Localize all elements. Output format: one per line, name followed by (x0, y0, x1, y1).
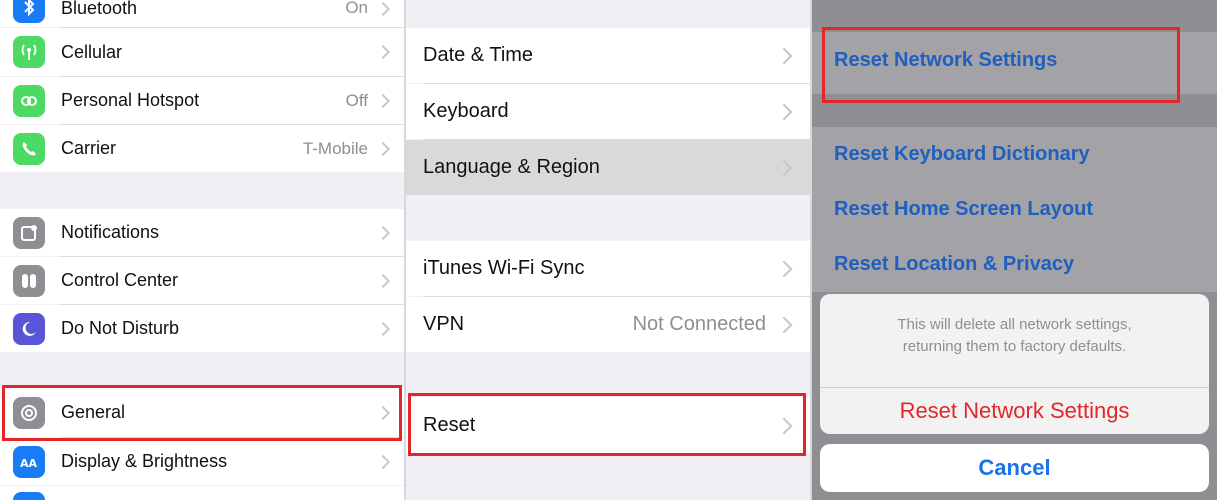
settings-row-label: Display & Brightness (61, 451, 228, 471)
svg-text:AA: AA (20, 457, 38, 470)
settings-row-personal-hotspot[interactable]: Personal Hotspot Off (0, 77, 404, 124)
general-row-date-time[interactable]: Date & Time (406, 28, 810, 83)
sheet-message-line2: returning them to factory defaults. (902, 338, 1127, 355)
chevron-right-icon (775, 260, 793, 277)
settings-row-label: Notifications (61, 222, 160, 242)
settings-row-label: Control Center (61, 270, 179, 290)
settings-row-carrier[interactable]: Carrier T-Mobile (0, 125, 404, 172)
highlight-reset (408, 393, 806, 456)
chevron-right-icon (375, 273, 391, 288)
top-spacer (812, 0, 1217, 28)
settings-row-control-center[interactable]: Control Center (0, 257, 404, 304)
chevron-right-icon (375, 321, 391, 336)
settings-row-label: Carrier (61, 138, 117, 158)
reset-panel: Reset Network Settings Reset Keyboard Di… (812, 0, 1217, 500)
reset-keyboard-dictionary-link[interactable]: Reset Keyboard Dictionary (834, 143, 1090, 166)
general-row-label: Keyboard (423, 100, 509, 122)
chevron-right-icon (375, 225, 391, 240)
highlight-general (2, 385, 402, 441)
display-icon: AA (13, 445, 45, 478)
settings-row-notifications[interactable]: Notifications (0, 209, 404, 256)
sheet-message-line1: This will delete all network settings, (897, 316, 1132, 333)
general-row-language-region[interactable]: Language & Region (406, 140, 810, 195)
general-row-vpn[interactable]: VPN Not Connected (406, 297, 810, 352)
notifications-icon (13, 216, 45, 249)
settings-row-bluetooth[interactable]: Bluetooth On (0, 0, 404, 27)
highlight-reset-network (822, 27, 1180, 103)
settings-row-value: Off (345, 90, 368, 110)
chevron-right-icon (775, 103, 793, 120)
settings-row-label: Do Not Disturb (61, 318, 180, 338)
hotspot-icon (13, 84, 45, 117)
control-center-icon (13, 264, 45, 297)
chevron-right-icon (375, 44, 391, 60)
settings-row-label: Cellular (61, 41, 123, 62)
moon-icon (13, 312, 45, 345)
settings-row-label: Bluetooth (61, 0, 138, 18)
general-row-keyboard[interactable]: Keyboard (406, 84, 810, 139)
cancel-sheet: Cancel (820, 444, 1209, 492)
general-row-label: Language & Region (423, 156, 600, 178)
chevron-right-icon (375, 454, 391, 469)
chevron-right-icon (375, 93, 391, 108)
general-row-label: Date & Time (423, 44, 534, 66)
bluetooth-icon (13, 0, 45, 23)
vpn-status: Not Connected (632, 313, 766, 335)
general-row-itunes-wifi-sync[interactable]: iTunes Wi-Fi Sync (406, 241, 810, 296)
settings-panel: Bluetooth On Cellular Personal Hotspot O… (0, 0, 404, 500)
divider (820, 387, 1209, 388)
top-spacer (406, 0, 810, 27)
cancel-button[interactable]: Cancel (820, 455, 1209, 481)
general-row-label: iTunes Wi-Fi Sync (423, 257, 585, 279)
cellular-icon (13, 36, 45, 68)
settings-row-value: On (345, 0, 368, 17)
settings-row-display-brightness[interactable]: AA Display & Brightness (0, 438, 404, 485)
settings-row-cellular[interactable]: Cellular (0, 28, 404, 76)
confirm-reset-network-button[interactable]: Reset Network Settings (820, 398, 1209, 424)
chevron-right-icon (775, 159, 793, 176)
app-icon (13, 492, 45, 500)
chevron-right-icon (775, 47, 793, 64)
settings-row-label: Personal Hotspot (61, 90, 200, 110)
general-panel: Date & Time Keyboard Language & Region i… (406, 0, 810, 500)
chevron-right-icon (375, 1, 391, 17)
action-sheet: This will delete all network settings, r… (820, 294, 1209, 434)
reset-home-screen-layout-link[interactable]: Reset Home Screen Layout (834, 198, 1093, 221)
settings-row-do-not-disturb[interactable]: Do Not Disturb (0, 305, 404, 352)
settings-row-partial (0, 486, 404, 500)
chevron-right-icon (375, 141, 391, 156)
chevron-right-icon (775, 316, 793, 333)
phone-icon (13, 132, 45, 165)
settings-row-value: T-Mobile (302, 138, 368, 158)
reset-location-privacy-link[interactable]: Reset Location & Privacy (834, 253, 1074, 276)
general-row-label: VPN (423, 313, 465, 335)
